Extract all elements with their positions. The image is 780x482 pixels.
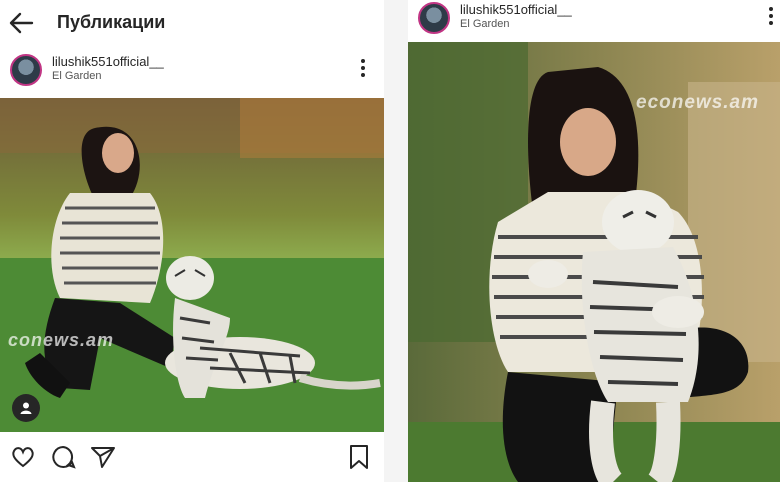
avatar[interactable] (10, 54, 42, 86)
action-bar (0, 438, 384, 482)
post-photo[interactable]: conews.am (0, 98, 384, 432)
post-location[interactable]: El Garden (52, 70, 102, 82)
page-title: Публикации (57, 12, 166, 32)
right-screenshot: lilushik551official__ El Garden econews.… (408, 0, 780, 482)
post-username[interactable]: lilushik551official__ (460, 2, 572, 17)
bookmark-icon[interactable] (346, 444, 372, 470)
post-username[interactable]: lilushik551official__ (52, 54, 164, 69)
post-header: lilushik551official__ El Garden (0, 46, 384, 96)
heart-icon[interactable] (10, 444, 36, 470)
watermark: conews.am (8, 330, 115, 350)
top-bar: Публикации (0, 0, 384, 46)
vertical-dots-icon[interactable] (360, 58, 366, 78)
user-tag-icon[interactable] (12, 394, 40, 422)
send-icon[interactable] (90, 444, 116, 470)
vertical-dots-icon[interactable] (768, 6, 774, 26)
post-photo[interactable]: econews.am (408, 42, 780, 482)
left-screenshot: Публикации lilushik551official__ El Gard… (0, 0, 384, 482)
photo-illustration (0, 98, 384, 432)
post-location[interactable]: El Garden (460, 18, 510, 30)
comment-icon[interactable] (50, 444, 76, 470)
panel-divider (384, 0, 408, 482)
avatar[interactable] (418, 2, 450, 34)
arrow-left-icon[interactable] (8, 11, 34, 35)
watermark: econews.am (636, 92, 759, 113)
post-header: lilushik551official__ El Garden (408, 0, 780, 44)
